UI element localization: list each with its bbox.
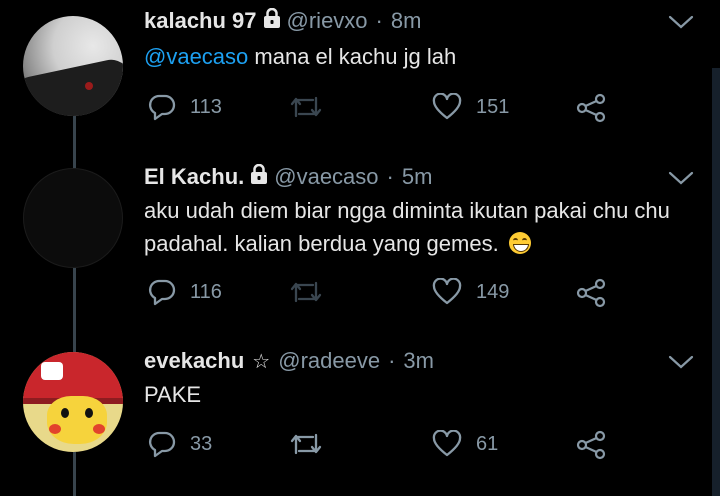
share-button[interactable] <box>576 278 606 308</box>
share-button[interactable] <box>576 93 606 123</box>
separator: · <box>388 348 396 373</box>
retweet-button[interactable] <box>288 278 338 306</box>
star-icon: ☆ <box>252 350 271 373</box>
tweet-text-content: mana el kachu jg lah <box>248 44 457 69</box>
reply-icon <box>148 430 176 458</box>
scrollbar[interactable] <box>712 68 720 496</box>
tweet-header: evekachu ☆ @radeeve · 3m <box>144 348 434 374</box>
tweet-actions: 116 149 <box>144 278 614 308</box>
retweet-icon <box>288 430 324 458</box>
tweet-actions: 33 61 <box>144 430 614 460</box>
handle[interactable]: @radeeve <box>278 348 380 374</box>
share-icon <box>576 93 606 123</box>
display-name[interactable]: evekachu <box>144 348 244 374</box>
reply-button[interactable]: 33 <box>148 430 212 458</box>
reply-icon <box>148 93 176 121</box>
avatar[interactable] <box>23 168 123 268</box>
handle[interactable]: @vaecaso <box>274 164 378 190</box>
share-icon <box>576 278 606 308</box>
share-button[interactable] <box>576 430 606 460</box>
tweet[interactable]: kalachu 97 @rievxo · 8m @vaecaso mana el… <box>0 0 712 150</box>
reply-icon <box>148 278 176 306</box>
retweet-icon <box>288 278 324 306</box>
tweet-text-content: PAKE <box>144 382 202 407</box>
like-button[interactable]: 151 <box>432 93 509 121</box>
chevron-down-icon[interactable] <box>668 170 694 191</box>
share-icon <box>576 430 606 460</box>
lock-icon <box>263 7 281 34</box>
tweet[interactable]: evekachu ☆ @radeeve · 3m PAKE 33 61 <box>0 340 712 496</box>
like-count: 149 <box>476 280 510 303</box>
mention-link[interactable]: @vaecaso <box>144 44 248 69</box>
like-button[interactable]: 61 <box>432 430 498 458</box>
timestamp[interactable]: 3m <box>403 348 434 374</box>
tweet-text: @vaecaso mana el kachu jg lah <box>144 40 694 73</box>
separator: · <box>386 164 394 189</box>
like-count: 151 <box>476 95 510 118</box>
heart-icon <box>432 430 462 458</box>
grinning-emoji-icon <box>508 232 531 254</box>
heart-icon <box>432 93 462 121</box>
tweet-text: aku udah diem biar ngga diminta ikutan p… <box>144 194 694 260</box>
reply-count: 33 <box>190 432 213 455</box>
avatar[interactable] <box>23 352 123 452</box>
like-count: 61 <box>476 432 499 455</box>
tweet-text: PAKE <box>144 378 694 411</box>
retweet-button[interactable] <box>288 430 338 458</box>
reply-count: 116 <box>190 280 222 303</box>
heart-icon <box>432 278 462 306</box>
like-button[interactable]: 149 <box>432 278 509 306</box>
tweet-text-content: aku udah diem biar ngga diminta ikutan p… <box>144 198 670 256</box>
timestamp[interactable]: 5m <box>402 164 433 190</box>
handle[interactable]: @rievxo <box>287 8 368 34</box>
retweet-button[interactable] <box>288 93 338 121</box>
chevron-down-icon[interactable] <box>668 14 694 35</box>
avatar[interactable] <box>23 16 123 116</box>
separator: · <box>375 8 383 33</box>
reply-button[interactable]: 113 <box>148 93 222 121</box>
tweet[interactable]: El Kachu. @vaecaso · 5m aku udah diem bi… <box>0 150 712 340</box>
reply-button[interactable]: 116 <box>148 278 222 306</box>
timestamp[interactable]: 8m <box>391 8 422 34</box>
tweet-actions: 113 151 <box>144 93 614 123</box>
tweet-header: kalachu 97 @rievxo · 8m <box>144 7 422 34</box>
display-name[interactable]: kalachu 97 <box>144 8 257 34</box>
reply-count: 113 <box>190 95 222 118</box>
display-name[interactable]: El Kachu. <box>144 164 244 190</box>
retweet-icon <box>288 93 324 121</box>
lock-icon <box>250 163 268 190</box>
chevron-down-icon[interactable] <box>668 354 694 375</box>
tweet-header: El Kachu. @vaecaso · 5m <box>144 163 433 190</box>
